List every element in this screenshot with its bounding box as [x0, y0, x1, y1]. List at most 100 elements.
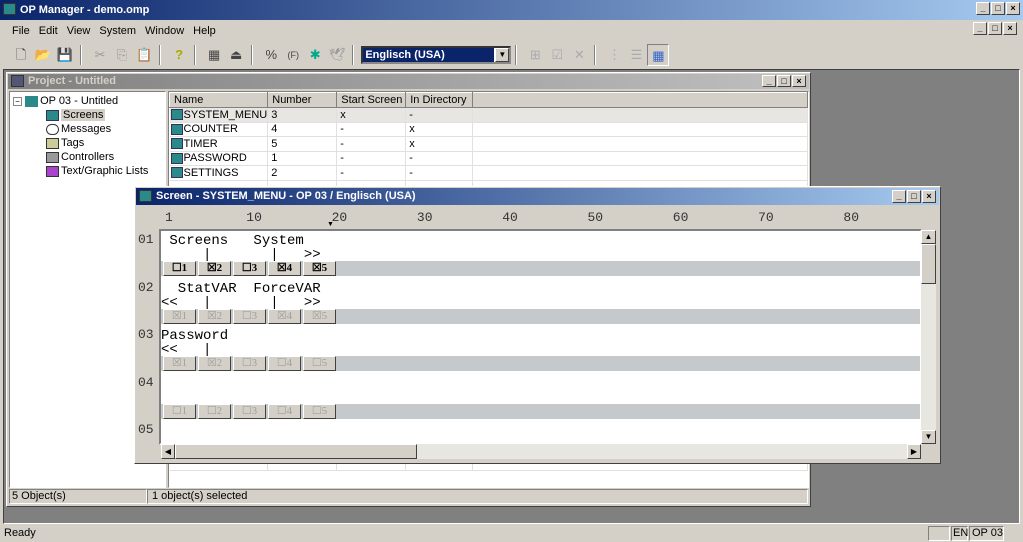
close-button[interactable]: ×: [1006, 2, 1020, 15]
softkey-button[interactable]: ☐1: [163, 403, 196, 419]
cell-text: 2: [271, 166, 278, 179]
screen-editor[interactable]: Screens System | | >> ☐1 ☒2 ☐3 ☒4 ☒5 StatVAR …: [159, 229, 922, 445]
open-icon[interactable]: 📂: [32, 44, 54, 66]
tree-item-screens[interactable]: Screens: [13, 108, 165, 122]
screen-text-line[interactable]: StatVAR ForceVAR: [161, 279, 920, 297]
table-row[interactable]: SYSTEM_MENU 3 x -: [169, 107, 808, 123]
softkey-button[interactable]: ☒1: [163, 308, 196, 324]
vertical-scrollbar[interactable]: ▲ ▼: [921, 230, 936, 444]
softkey-button[interactable]: ☒5: [303, 308, 336, 324]
horizontal-scroll-thumb[interactable]: [175, 444, 417, 459]
column-in-directory[interactable]: In Directory: [405, 92, 474, 108]
cell-text: TIMER: [183, 137, 218, 150]
cell-text: -: [340, 123, 344, 136]
mdi-close-button[interactable]: ×: [1003, 22, 1017, 35]
softkey-button[interactable]: ☐5: [303, 403, 336, 419]
chevron-down-icon[interactable]: ▼: [495, 48, 510, 62]
tree-item-text-graphic-lists[interactable]: Text/Graphic Lists: [13, 164, 165, 178]
language-select[interactable]: Englisch (USA) ▼: [361, 46, 512, 64]
menu-view[interactable]: View: [67, 25, 91, 37]
menu-window[interactable]: Window: [145, 25, 184, 37]
new-icon[interactable]: 🗋: [10, 44, 32, 66]
paste-icon[interactable]: 📋: [133, 44, 155, 66]
scroll-up-button[interactable]: ▲: [921, 230, 936, 244]
table-row[interactable]: COUNTER 4 - x: [169, 122, 808, 137]
horizontal-scrollbar[interactable]: ◀ ▶: [161, 444, 921, 459]
softkey-button[interactable]: ☐5: [303, 356, 336, 371]
screen-text-line[interactable]: [161, 374, 920, 390]
delete-icon[interactable]: ✕: [568, 44, 590, 66]
softkey-button[interactable]: ☒2: [198, 356, 231, 371]
upload-icon[interactable]: ⏏: [225, 44, 247, 66]
scroll-left-button[interactable]: ◀: [161, 444, 175, 459]
screen-text-line[interactable]: << | | >>: [161, 295, 920, 311]
screen-minimize-button[interactable]: _: [892, 190, 906, 203]
project-close-button[interactable]: ×: [792, 75, 806, 87]
percent-icon[interactable]: %: [260, 44, 282, 66]
tree-item-messages[interactable]: Messages: [13, 122, 165, 136]
column-number[interactable]: Number: [267, 92, 338, 108]
screen-close-button[interactable]: ×: [922, 190, 936, 203]
tree-root[interactable]: − OP 03 - Untitled: [13, 94, 165, 108]
minimize-button[interactable]: _: [976, 2, 990, 15]
scroll-down-button[interactable]: ▼: [921, 430, 936, 444]
softkey-button[interactable]: ☐3: [233, 403, 266, 419]
menu-system[interactable]: System: [99, 25, 136, 37]
softkey-button[interactable]: ☐3: [233, 356, 266, 371]
table-row[interactable]: TIMER 5 - x: [169, 136, 808, 152]
function-icon[interactable]: (F): [282, 44, 304, 66]
list-view-icon[interactable]: ☰: [625, 44, 647, 66]
menu-file[interactable]: File: [12, 25, 30, 37]
table-row[interactable]: PASSWORD 1 - -: [169, 151, 808, 166]
properties-icon[interactable]: ☑: [546, 44, 568, 66]
screen-block: StatVAR ForceVAR << | | >> ☒1 ☒2 ☐3 ☒4 ☒5: [161, 279, 920, 327]
screen-text-line[interactable]: << |: [161, 342, 920, 358]
softkey-button[interactable]: ☐2: [198, 403, 231, 419]
softkey-button[interactable]: ☐1: [163, 261, 196, 276]
scroll-right-button[interactable]: ▶: [907, 444, 921, 459]
status-device: OP 03: [969, 526, 1004, 541]
tree-item-tags[interactable]: Tags: [13, 136, 165, 150]
softkey-button[interactable]: ☒2: [198, 308, 231, 324]
screen-text-line[interactable]: | | >>: [161, 247, 920, 263]
menu-help[interactable]: Help: [193, 25, 216, 37]
softkey-button[interactable]: ☐3: [233, 261, 266, 276]
softkey-button[interactable]: ☐4: [268, 356, 301, 371]
menu-edit[interactable]: Edit: [39, 25, 58, 37]
project-maximize-button[interactable]: □: [777, 75, 791, 87]
screen-text-line[interactable]: [161, 390, 920, 404]
cell-text: -: [340, 137, 344, 150]
project-minimize-button[interactable]: _: [762, 75, 776, 87]
vertical-scroll-thumb[interactable]: [921, 244, 936, 284]
screen-text-line[interactable]: Password: [161, 326, 920, 344]
screen-maximize-button[interactable]: □: [907, 190, 921, 203]
download-icon[interactable]: ▦: [203, 44, 225, 66]
softkey-button[interactable]: ☒4: [268, 308, 301, 324]
softkey-button[interactable]: ☐3: [233, 308, 266, 324]
copy-icon[interactable]: ⎘: [111, 44, 133, 66]
softkey-button[interactable]: ☒5: [303, 261, 336, 276]
save-icon[interactable]: 💾: [54, 44, 76, 66]
cut-icon[interactable]: ✂: [89, 44, 111, 66]
softkey-button[interactable]: ☐4: [268, 403, 301, 419]
row-label: 03: [138, 327, 154, 342]
mdi-restore-button[interactable]: □: [988, 22, 1002, 35]
help-icon[interactable]: ?: [168, 44, 190, 66]
softkey-button[interactable]: ☒2: [198, 261, 231, 276]
maximize-button[interactable]: □: [991, 2, 1005, 15]
bird-icon[interactable]: 🕊: [326, 44, 348, 66]
column-name[interactable]: Name: [168, 92, 269, 108]
softkey-button[interactable]: ☒4: [268, 261, 301, 276]
screen-text-line[interactable]: Screens System: [161, 231, 920, 249]
column-start-screen[interactable]: Start Screen: [336, 92, 407, 108]
cell: PASSWORD: [169, 151, 269, 166]
detail-view-icon[interactable]: ▦: [647, 44, 670, 66]
settings-icon[interactable]: ✱: [304, 44, 326, 66]
ruler-tick-label: 40: [502, 210, 518, 225]
softkey-button[interactable]: ☒1: [163, 356, 196, 371]
table-row[interactable]: SETTINGS 2 - -: [169, 165, 808, 181]
mdi-minimize-button[interactable]: _: [973, 22, 987, 35]
tree-item-controllers[interactable]: Controllers: [13, 150, 165, 164]
insert-icon[interactable]: ⊞: [524, 44, 546, 66]
tree-view-icon[interactable]: ⋮: [603, 44, 625, 66]
